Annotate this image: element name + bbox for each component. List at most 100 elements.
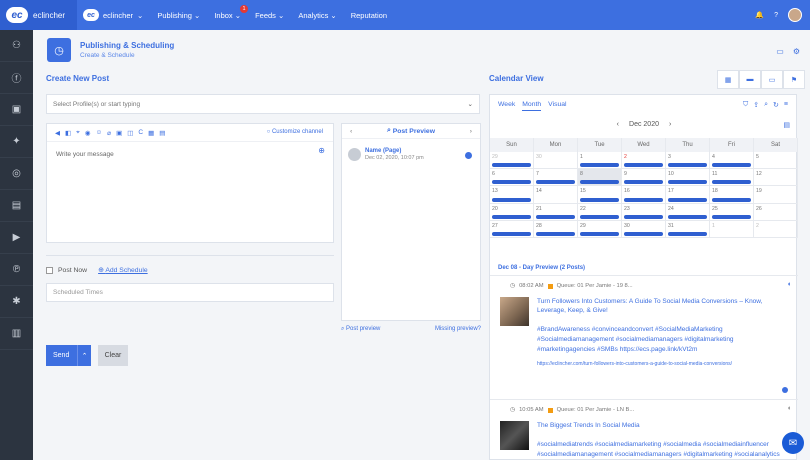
canva-icon[interactable]: C xyxy=(138,129,143,136)
tab-visual[interactable]: Visual xyxy=(548,101,566,111)
scheduled-post[interactable]: ◷ 10:05 AM Queue: 01 Per Jamie - LN B...… xyxy=(500,405,792,458)
twitter-icon[interactable]: ✦ xyxy=(0,126,33,158)
day-cell[interactable]: 30 xyxy=(622,220,666,238)
megaphone-icon[interactable]: ◀ xyxy=(55,129,60,137)
day-cell[interactable]: 11 xyxy=(710,169,754,187)
day-cell[interactable]: 29 xyxy=(578,220,622,238)
document-icon[interactable]: ▤ xyxy=(159,129,165,137)
chevron-left-icon[interactable]: ‹ xyxy=(617,121,619,128)
post-bar[interactable] xyxy=(580,231,619,236)
attach-icon[interactable]: ⌀ xyxy=(107,129,111,137)
list-icon[interactable]: ≡ xyxy=(784,101,788,109)
post-bar[interactable] xyxy=(580,180,619,185)
post-bar[interactable] xyxy=(492,231,531,236)
clear-button[interactable]: Clear xyxy=(98,345,128,366)
day-cell[interactable]: 19 xyxy=(754,186,798,204)
linkedin-icon[interactable]: ▣ xyxy=(0,94,33,126)
day-cell[interactable]: 15 xyxy=(578,186,622,204)
day-cell[interactable]: 21 xyxy=(534,203,578,221)
post-bar[interactable] xyxy=(624,214,663,219)
customize-channel[interactable]: ○ Customize channel xyxy=(267,129,323,135)
day-cell[interactable]: 3 xyxy=(666,152,710,170)
post-bar[interactable] xyxy=(712,180,751,185)
day-cell[interactable]: 2 xyxy=(622,152,666,170)
nav-reputation[interactable]: Reputation xyxy=(351,11,387,20)
gear-icon[interactable]: ⚙ xyxy=(793,47,800,56)
account-switcher[interactable]: ec eclincher ⌄ xyxy=(83,9,143,21)
post-bar[interactable] xyxy=(492,180,531,185)
day-cell[interactable]: 9 xyxy=(622,169,666,187)
yelp-icon[interactable]: ✱ xyxy=(0,286,33,318)
day-cell[interactable]: 24 xyxy=(666,203,710,221)
bell-icon[interactable]: 🔔 xyxy=(755,11,764,19)
nav-analytics[interactable]: Analytics ⌄ xyxy=(298,11,336,20)
post-bar[interactable] xyxy=(492,214,531,219)
chevron-left-icon[interactable]: ‹ xyxy=(350,128,352,135)
day-cell-selected[interactable]: 8 xyxy=(578,169,622,187)
post-bar[interactable] xyxy=(580,214,619,219)
day-cell[interactable]: 30 xyxy=(534,152,578,170)
user-avatar[interactable] xyxy=(788,8,802,22)
nav-publishing[interactable]: Publishing ⌄ xyxy=(157,11,200,20)
chat-icon[interactable]: ✉ xyxy=(782,432,804,454)
day-cell[interactable]: 1 xyxy=(710,220,754,238)
day-cell[interactable]: 27 xyxy=(490,220,534,238)
post-bar[interactable] xyxy=(536,180,575,185)
day-cell[interactable]: 20 xyxy=(490,203,534,221)
day-cell[interactable]: 29 xyxy=(490,152,534,170)
day-cell[interactable]: 7 xyxy=(534,169,578,187)
day-cell[interactable]: 31 xyxy=(666,220,710,238)
post-title[interactable]: The Biggest Trends In Social Media xyxy=(537,421,787,430)
add-user-icon[interactable]: ⚇ xyxy=(0,30,33,62)
brand[interactable]: ec eclincher xyxy=(0,0,77,30)
scheduled-post[interactable]: ◷ 08:02 AM Queue: 01 Per Jamie - 19 8...… xyxy=(500,281,792,367)
post-bar[interactable] xyxy=(668,197,707,202)
chevron-up-icon[interactable]: ⌃ xyxy=(77,345,91,366)
refresh-icon[interactable]: ↻ xyxy=(773,101,779,109)
scheduled-times-input[interactable]: Scheduled Times xyxy=(46,283,334,302)
day-cell[interactable]: 12 xyxy=(754,169,798,187)
post-bar[interactable] xyxy=(712,214,751,219)
message-composer[interactable]: ◀ ◧ ⌖ ◉ ☺ ⌀ ▣ ◫ C ▦ ▤ ○ Customize channe… xyxy=(46,123,334,243)
emoji-icon[interactable]: ☺ xyxy=(96,129,103,136)
image-icon[interactable]: ▣ xyxy=(116,129,122,137)
day-cell[interactable]: 25 xyxy=(710,203,754,221)
post-bar[interactable] xyxy=(668,214,707,219)
post-bar[interactable] xyxy=(536,231,575,236)
post-bar[interactable] xyxy=(668,231,707,236)
nav-inbox[interactable]: Inbox ⌄ 1 xyxy=(214,4,249,20)
post-bar[interactable] xyxy=(492,163,531,168)
day-cell[interactable]: 23 xyxy=(622,203,666,221)
help-icon[interactable]: ? xyxy=(774,12,778,19)
bookmark-icon[interactable]: ◧ xyxy=(65,129,71,137)
day-cell[interactable]: 1 xyxy=(578,152,622,170)
post-bar[interactable] xyxy=(712,197,751,202)
youtube-icon[interactable]: ▶ xyxy=(0,222,33,254)
tab-month[interactable]: Month xyxy=(522,101,542,111)
day-cell[interactable]: 16 xyxy=(622,186,666,204)
post-bar[interactable] xyxy=(580,163,619,168)
day-cell[interactable]: 6 xyxy=(490,169,534,187)
day-cell[interactable]: 10 xyxy=(666,169,710,187)
video-icon[interactable]: ▭ xyxy=(776,47,784,56)
day-cell[interactable]: 22 xyxy=(578,203,622,221)
add-icon[interactable]: ⊕ xyxy=(318,146,325,155)
day-cell[interactable]: 2 xyxy=(754,220,798,238)
folder-icon[interactable]: ▭ xyxy=(761,70,783,89)
profile-select[interactable]: Select Profile(s) or start typing ⌄ xyxy=(46,94,480,114)
search-icon[interactable]: ⌕ xyxy=(764,101,768,109)
chevron-right-icon[interactable]: › xyxy=(669,121,671,128)
post-preview-link[interactable]: ⌕ Post preview xyxy=(341,326,380,333)
post-bar[interactable] xyxy=(712,163,751,168)
day-cell[interactable]: 5 xyxy=(754,152,798,170)
post-bar[interactable] xyxy=(492,197,531,202)
list-icon[interactable]: ▬ xyxy=(739,70,761,89)
post-bar[interactable] xyxy=(536,214,575,219)
send-button[interactable]: Send ⌃ xyxy=(46,345,91,366)
post-link[interactable]: https://eclincher.com/turn-followers-int… xyxy=(537,361,787,367)
post-bar[interactable] xyxy=(668,180,707,185)
video-icon[interactable]: ▦ xyxy=(148,129,154,137)
location-icon[interactable]: ◉ xyxy=(85,129,91,137)
post-bar[interactable] xyxy=(580,197,619,202)
day-cell[interactable]: 26 xyxy=(754,203,798,221)
